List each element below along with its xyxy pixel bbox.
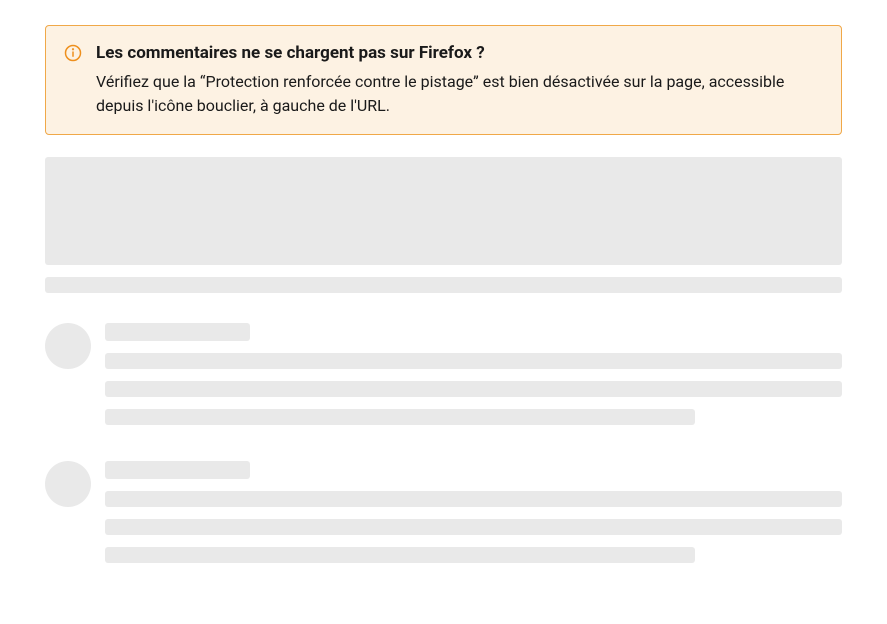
- skeleton-author-line: [105, 323, 250, 341]
- info-icon: [64, 44, 82, 62]
- skeleton-comment: [45, 323, 842, 425]
- skeleton-text-line: [105, 547, 695, 563]
- firefox-warning-alert: Les commentaires ne se chargent pas sur …: [45, 25, 842, 135]
- comments-loading-skeleton: [45, 157, 842, 563]
- skeleton-text-line: [105, 491, 842, 507]
- skeleton-editor-placeholder: [45, 157, 842, 265]
- alert-body: Vérifiez que la “Protection renforcée co…: [96, 70, 823, 118]
- skeleton-text-line: [105, 409, 695, 425]
- skeleton-text-line: [105, 519, 842, 535]
- skeleton-avatar: [45, 461, 91, 507]
- skeleton-comment: [45, 461, 842, 563]
- alert-title: Les commentaires ne se chargent pas sur …: [96, 42, 823, 66]
- skeleton-toolbar-placeholder: [45, 277, 842, 293]
- skeleton-text-line: [105, 381, 842, 397]
- skeleton-author-line: [105, 461, 250, 479]
- alert-content: Les commentaires ne se chargent pas sur …: [96, 42, 823, 118]
- skeleton-avatar: [45, 323, 91, 369]
- skeleton-comment-body: [105, 323, 842, 425]
- skeleton-comment-body: [105, 461, 842, 563]
- skeleton-text-line: [105, 353, 842, 369]
